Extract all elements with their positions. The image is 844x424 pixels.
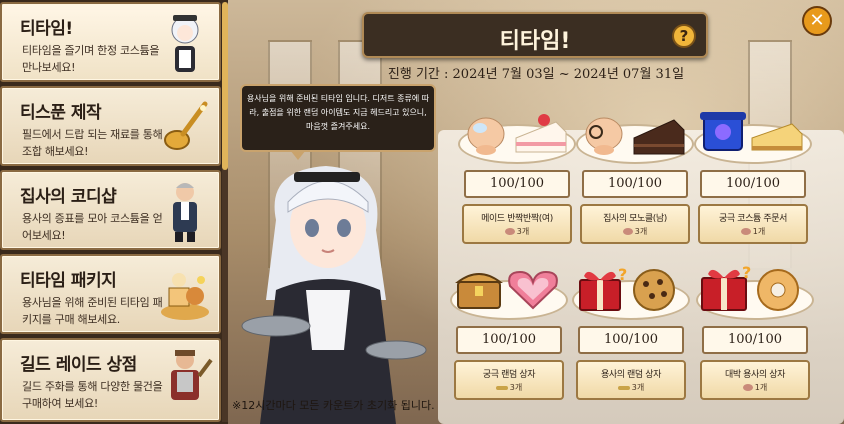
exchange-button[interactable]: 궁극 코스튬 주문서 1개 xyxy=(698,204,808,244)
page-title: 티타임! xyxy=(499,29,571,54)
sidebar-item-desc: 용사의 증표를 모아 코스튬을 얻어보세요! xyxy=(22,212,163,242)
title-bar: 티타임! ? xyxy=(362,12,708,58)
sidebar-item-title: 티타임 패키지 xyxy=(20,271,117,291)
guild-merchant-icon xyxy=(171,350,213,400)
cost-amount: 3개 xyxy=(516,227,530,236)
purchase-count: 100/100 xyxy=(456,326,562,354)
item-cost: 1개 xyxy=(700,226,806,237)
purchase-count: 100/100 xyxy=(702,326,808,354)
chocolate-cake-icon xyxy=(633,119,685,155)
sidebar-item-title: 집사의 코디샵 xyxy=(20,187,117,207)
sidebar-item-teatime-package[interactable]: 티타임 패키지 용사님을 위해 준비된 티타임 패키지를 구매 해보세요. xyxy=(0,254,221,334)
sidebar-item-title: 티스푼 제작 xyxy=(20,103,102,123)
exchange-button[interactable]: 집사의 모노클(남) 3개 xyxy=(580,204,690,244)
exchange-button[interactable]: 궁극 랜덤 상자 3개 xyxy=(454,360,564,400)
cake-icon xyxy=(740,228,751,235)
sidebar-menu: 티타임! 티타임을 즐기며 한정 코스튬을 만나보세요! 티스푼 제작 필드에서… xyxy=(0,0,228,424)
item-name: 대박 용사의 상자 xyxy=(724,370,786,380)
reset-notice: ※12시간마다 모든 카운트가 초기화 됩니다. xyxy=(232,399,435,412)
item-cost: 3개 xyxy=(456,382,562,393)
item-name: 궁극 랜덤 상자 xyxy=(482,370,536,380)
dessert-package-icon xyxy=(161,273,209,320)
cake-icon xyxy=(742,384,753,391)
butler-portrait-icon xyxy=(173,183,197,242)
exchange-button[interactable]: 대박 용사의 상자 1개 xyxy=(700,360,810,400)
exchange-button[interactable]: 메이드 반짝반짝(여) 3개 xyxy=(462,204,572,244)
item-name: 집사의 모노클(남) xyxy=(603,214,667,224)
event-period: 진행 기간 : 2024년 7월 03일 ~ 2024년 07월 31일 xyxy=(387,67,685,82)
spoon-icon xyxy=(495,385,508,390)
exchange-button[interactable]: 용사의 랜덤 상자 3개 xyxy=(576,360,686,400)
shop-item: ? 100/100 용사의 랜덤 상자 3개 xyxy=(566,264,696,410)
item-cost: 3개 xyxy=(578,382,684,393)
speech-bubble: 용사님을 위해 준비된 티타임 입니다. 디저트 종류에 따라, 출점을 위한 … xyxy=(240,84,436,152)
sidebar-item-butler-shop[interactable]: 집사의 코디샵 용사의 증표를 모아 코스튬을 얻어보세요! xyxy=(0,170,221,250)
cake-icon xyxy=(504,228,515,235)
sidebar-item-title: 길드 레이드 상점 xyxy=(20,355,137,375)
shop-item: 100/100 궁극 코스튬 주문서 1개 xyxy=(688,108,818,254)
cost-amount: 3개 xyxy=(631,383,645,392)
maid-portrait-icon xyxy=(171,15,199,72)
shop-item: 100/100 집사의 모노클(남) 3개 xyxy=(570,108,700,254)
shop-item: 100/100 메이드 반짝반짝(여) 3개 xyxy=(452,108,582,254)
shop-item: ? 100/100 대박 용사의 상자 1개 xyxy=(690,264,820,410)
heart-cookie-icon xyxy=(508,270,558,310)
help-button[interactable]: ? xyxy=(672,24,696,48)
sidebar-item-desc: 길드 주화를 통해 다양한 물건을 구매하여 보세요! xyxy=(22,380,163,410)
sidebar-item-teatime[interactable]: 티타임! 티타임을 즐기며 한정 코스튬을 만나보세요! xyxy=(0,2,221,82)
sidebar-item-title: 티타임! xyxy=(20,19,73,39)
item-cost: 1개 xyxy=(702,382,808,393)
item-name: 용사의 랜덤 상자 xyxy=(600,370,662,380)
purchase-count: 100/100 xyxy=(700,170,806,198)
teaspoon-icon xyxy=(164,101,208,150)
purchase-count: 100/100 xyxy=(582,170,688,198)
shop-item: 100/100 궁극 랜덤 상자 3개 xyxy=(444,264,574,410)
spoon-icon xyxy=(617,385,630,390)
chocolate-chip-cookie-icon xyxy=(633,269,675,311)
close-button[interactable]: ✕ xyxy=(802,6,832,36)
maid-character-image xyxy=(241,166,427,424)
cost-amount: 3개 xyxy=(634,227,648,236)
sidebar-item-desc: 용사님을 위해 준비된 티타임 패키지를 구매 해보세요. xyxy=(22,296,163,326)
cost-amount: 1개 xyxy=(754,383,768,392)
cost-amount: 1개 xyxy=(752,227,766,236)
strawberry-cake-icon xyxy=(515,114,567,153)
donut-icon xyxy=(757,269,799,311)
purchase-count: 100/100 xyxy=(578,326,684,354)
teatime-panel: 티타임! ? ✕ 진행 기간 : 2024년 7월 03일 ~ 2024년 07… xyxy=(228,0,844,424)
cost-amount: 3개 xyxy=(509,383,523,392)
item-name: 메이드 반짝반짝(여) xyxy=(481,214,553,224)
sidebar-item-guild-raid-shop[interactable]: 길드 레이드 상점 길드 주화를 통해 다양한 물건을 구매하여 보세요! xyxy=(0,338,221,422)
cake-icon xyxy=(622,228,633,235)
purchase-count: 100/100 xyxy=(464,170,570,198)
sidebar-item-teaspoon-craft[interactable]: 티스푼 제작 필드에서 드랍 되는 재료를 통해 조합 해보세요! xyxy=(0,86,221,166)
item-name: 궁극 코스튬 주문서 xyxy=(719,214,787,224)
sidebar-item-desc: 티타임을 즐기며 한정 코스튬을 만나보세요! xyxy=(22,44,160,74)
cheesecake-icon xyxy=(751,123,803,151)
item-cost: 3개 xyxy=(582,226,688,237)
sidebar-item-desc: 필드에서 드랍 되는 재료를 통해 조합 해보세요! xyxy=(22,128,163,158)
item-cost: 3개 xyxy=(464,226,570,237)
